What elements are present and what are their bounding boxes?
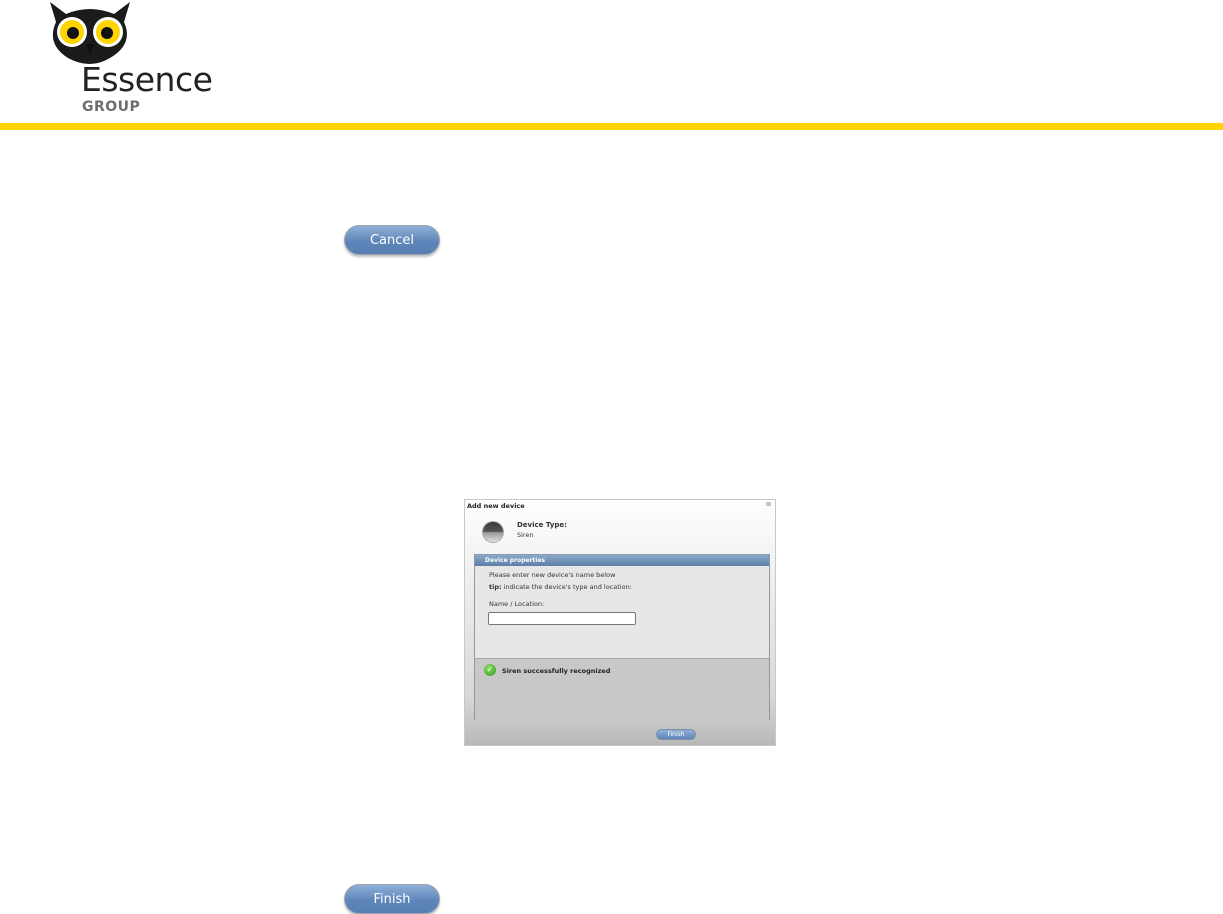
add-device-dialog: Add new device ⊠ Device Type: Siren Devi… — [464, 499, 776, 746]
dialog-title: Add new device — [467, 502, 525, 510]
status-area: ✓ Siren successfully recognized — [475, 658, 769, 720]
device-type-value: Siren — [517, 531, 534, 539]
panel-title: Device properties — [475, 555, 769, 566]
name-location-label: Name / Location: — [489, 600, 545, 608]
tip-text: tip: indicate the device's type and loca… — [489, 583, 632, 591]
header-rule — [0, 123, 1223, 130]
device-type-label: Device Type: — [517, 521, 567, 529]
siren-icon — [482, 521, 504, 543]
device-properties-panel: Device properties Please enter new devic… — [474, 554, 770, 720]
name-location-input[interactable] — [488, 612, 636, 625]
cancel-button[interactable]: Cancel — [344, 225, 440, 255]
dialog-finish-button[interactable]: Finish — [656, 729, 696, 740]
brand-name: Essence — [81, 60, 213, 99]
tip-body: indicate the device's type and location: — [501, 583, 632, 591]
tip-label: tip: — [489, 583, 502, 591]
brand-group: GROUP — [82, 99, 141, 115]
close-icon[interactable]: ⊠ — [766, 501, 771, 508]
check-icon: ✓ — [484, 664, 496, 676]
finish-button[interactable]: Finish — [344, 884, 440, 914]
instruction-text: Please enter new device's name below — [489, 571, 616, 579]
status-message: Siren successfully recognized — [502, 667, 611, 675]
